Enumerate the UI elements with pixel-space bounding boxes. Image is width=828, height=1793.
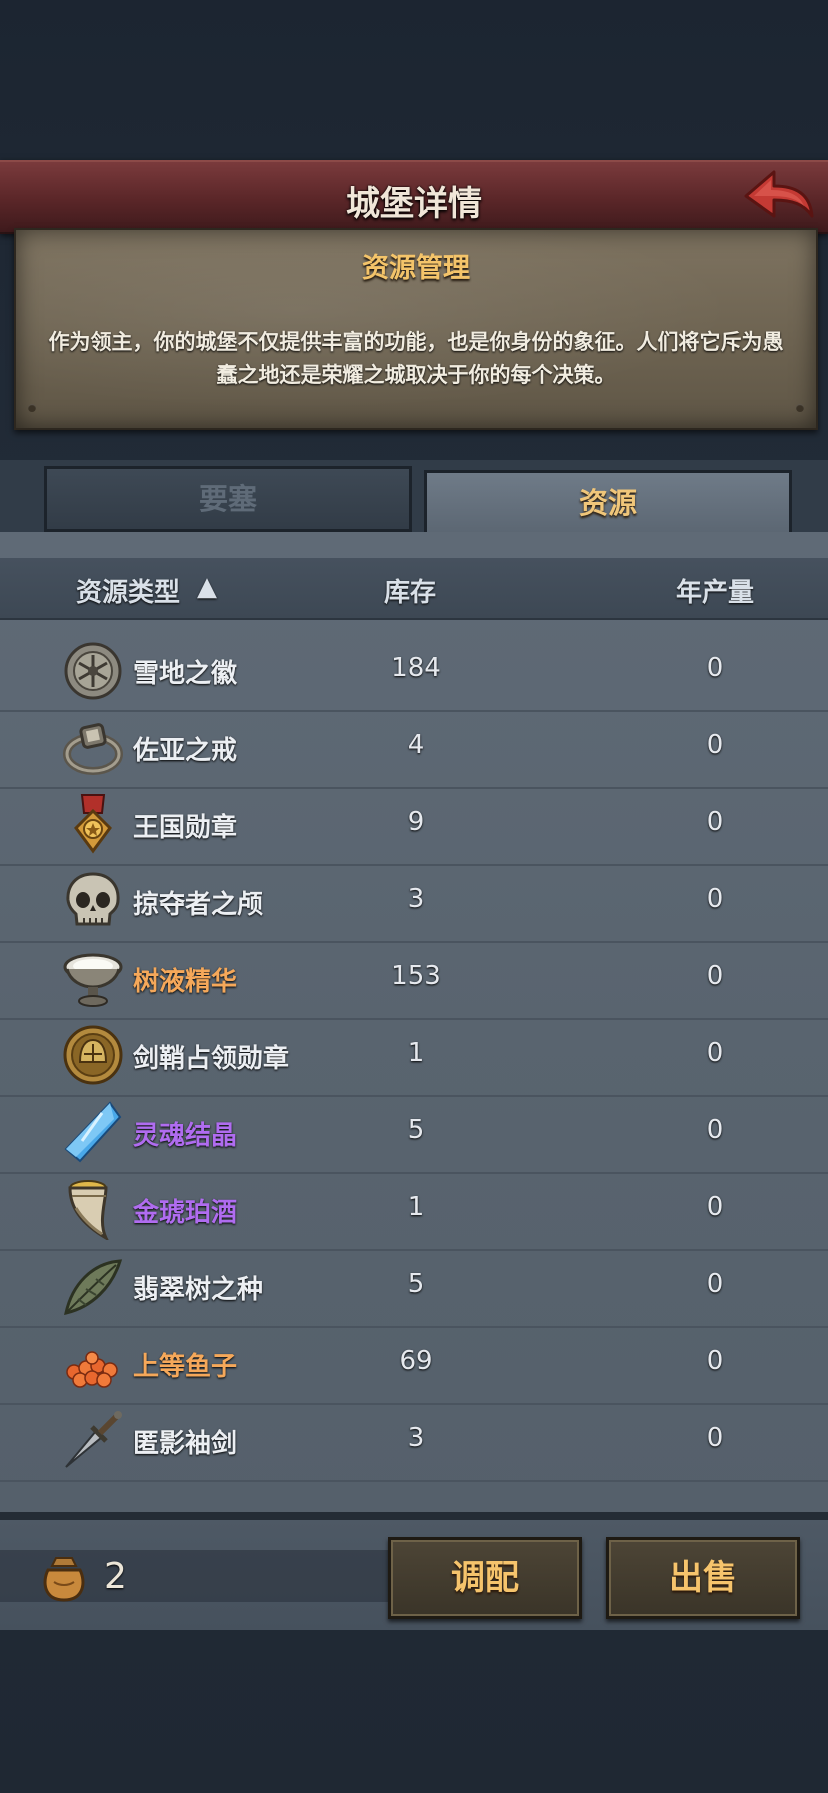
table-row[interactable]: 剑鞘占领勋章 1 0 — [0, 1018, 828, 1097]
table-row[interactable]: 上等鱼子 69 0 — [0, 1326, 828, 1405]
ring-icon — [63, 723, 123, 775]
back-button[interactable] — [740, 166, 816, 226]
resource-yearly: 0 — [706, 884, 724, 914]
resource-stock: 9 — [407, 807, 425, 837]
resource-name: 掠夺者之颅 — [133, 890, 264, 920]
resource-name: 树液精华 — [133, 967, 238, 997]
info-panel: 资源管理 作为领主，你的城堡不仅提供丰富的功能，也是你身份的象征。人们将它斥为愚… — [14, 228, 818, 430]
table-row[interactable]: 掠夺者之颅 3 0 — [0, 864, 828, 943]
horn-cup-icon — [68, 1180, 109, 1240]
resource-name: 金琥珀酒 — [133, 1198, 238, 1228]
column-header-type[interactable]: 资源类型 — [76, 572, 180, 609]
sell-button[interactable]: 出售 — [606, 1537, 800, 1619]
resource-stock: 4 — [407, 730, 425, 760]
resource-name: 雪地之徽 — [133, 659, 238, 689]
resource-yearly: 0 — [706, 653, 724, 683]
crystal-icon — [64, 1101, 122, 1163]
resource-name: 佐亚之戒 — [133, 736, 238, 766]
skull-icon — [66, 872, 120, 926]
resource-stock: 1 — [407, 1038, 425, 1068]
table-row[interactable]: 灵魂结晶 5 0 — [0, 1095, 828, 1174]
resource-yearly: 0 — [706, 1423, 724, 1453]
page-title: 城堡详情 — [346, 184, 482, 224]
resource-yearly: 0 — [706, 1115, 724, 1145]
title-bar: 城堡详情 — [0, 160, 828, 234]
resource-name: 灵魂结晶 — [133, 1121, 238, 1151]
resource-stock: 3 — [407, 884, 425, 914]
resource-name: 上等鱼子 — [133, 1352, 238, 1382]
resource-yearly: 0 — [706, 730, 724, 760]
column-header-yearly[interactable]: 年产量 — [676, 572, 754, 609]
resource-name: 匿影袖剑 — [133, 1429, 238, 1459]
resource-yearly: 0 — [706, 807, 724, 837]
resource-yearly: 0 — [706, 1346, 724, 1376]
resource-stock: 69 — [399, 1346, 433, 1376]
resource-stock: 184 — [391, 653, 441, 683]
resource-name: 翡翠树之种 — [133, 1275, 264, 1305]
sort-indicator-icon: ▲ — [197, 572, 217, 602]
helmet-medal-icon — [63, 1025, 123, 1085]
table-header: 资源类型 ▲ 库存 年产量 — [0, 558, 828, 620]
resource-yearly: 0 — [706, 1038, 724, 1068]
snow-emblem-icon — [64, 642, 122, 700]
sap-bowl-icon — [63, 953, 123, 1007]
resource-stock: 1 — [407, 1192, 425, 1222]
rivet — [28, 404, 36, 412]
resource-name: 王国勋章 — [133, 813, 238, 843]
resource-stock: 153 — [391, 961, 441, 991]
medal-icon — [74, 794, 112, 854]
dagger-icon — [65, 1411, 122, 1468]
rivet — [796, 404, 804, 412]
leaf-seed-icon — [64, 1259, 123, 1315]
table-row[interactable]: 金琥珀酒 1 0 — [0, 1172, 828, 1251]
table-row[interactable]: 树液精华 153 0 — [0, 941, 828, 1020]
table-row[interactable]: 佐亚之戒 4 0 — [0, 710, 828, 789]
bottom-divider — [0, 1512, 828, 1520]
back-arrow-icon — [744, 170, 814, 218]
gold-amount: 2 — [104, 1556, 127, 1597]
resource-yearly: 0 — [706, 1269, 724, 1299]
resource-list[interactable]: 雪地之徽 184 0 佐亚之戒 4 0 王国勋章 9 0 掠夺者之颅 3 0 树… — [0, 620, 828, 1512]
resource-yearly: 0 — [706, 1192, 724, 1222]
resource-stock: 3 — [407, 1423, 425, 1453]
table-row[interactable]: 王国勋章 9 0 — [0, 787, 828, 866]
allocate-button[interactable]: 调配 — [388, 1537, 582, 1619]
roe-icon — [66, 1351, 118, 1388]
column-header-stock[interactable]: 库存 — [384, 572, 436, 609]
tab-resources[interactable]: 资源 — [424, 470, 792, 535]
section-description: 作为领主，你的城堡不仅提供丰富的功能，也是你身份的象征。人们将它斥为愚蠢之地还是… — [48, 330, 784, 387]
resource-stock: 5 — [407, 1269, 425, 1299]
resource-yearly: 0 — [706, 961, 724, 991]
table-row[interactable]: 匿影袖剑 3 0 — [0, 1403, 828, 1482]
tab-fortress[interactable]: 要塞 — [44, 466, 412, 532]
table-row[interactable]: 雪地之徽 184 0 — [0, 633, 828, 712]
resource-stock: 5 — [407, 1115, 425, 1145]
section-subtitle: 资源管理 — [362, 253, 470, 284]
table-row[interactable]: 翡翠树之种 5 0 — [0, 1249, 828, 1328]
resource-name: 剑鞘占领勋章 — [133, 1044, 290, 1074]
gold-sack-icon — [43, 1557, 85, 1602]
